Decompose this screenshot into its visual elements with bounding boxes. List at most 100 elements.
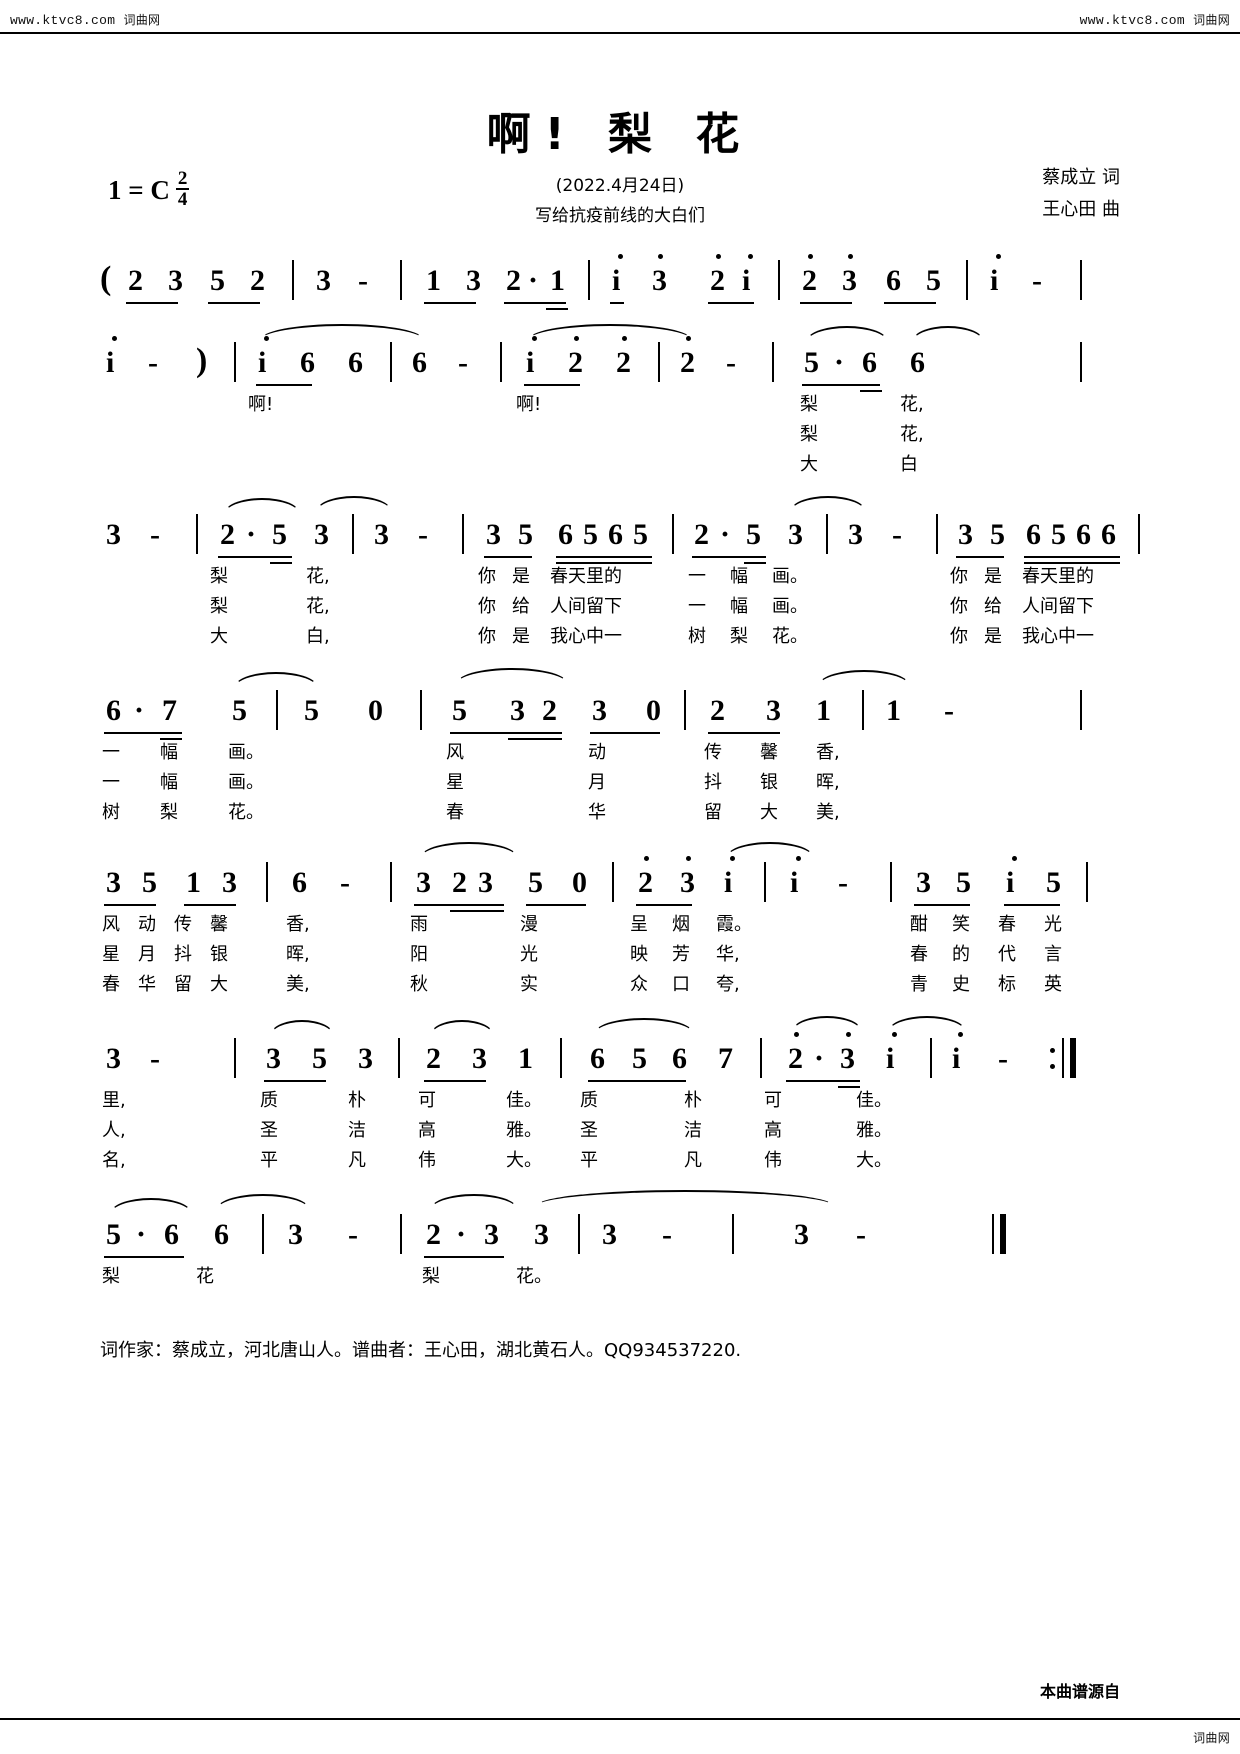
octave-dot [716,254,721,259]
lyric-syllable: 美, [286,974,310,995]
note-hold: - [458,346,468,379]
lyric-syllable: 映 [630,944,648,965]
beam [208,302,260,304]
slur [792,1016,862,1032]
note: 2 [506,264,521,297]
note: 2 [426,1218,441,1251]
note: i [742,264,751,297]
note: 2 [426,1042,441,1075]
watermark-left: www.ktvc8.com 词曲网 [10,11,160,28]
slur [316,496,392,512]
lyric-row-7-1: 梨 花 梨 花。 [100,1268,1100,1298]
note: 3 [106,518,121,551]
lyric-row-4-3: 树 梨 花。 春 华 留 大 美, [100,804,1100,834]
lyric-syllable: 口 [672,974,690,995]
barline [578,1214,580,1254]
beam [590,732,660,734]
lyric-syllable: 伟 [418,1150,436,1171]
lyric-syllable: 大 [210,626,228,647]
note: i [526,346,535,379]
lyric-syllable: 酣 [910,914,928,935]
lyric-syllable: 银 [760,772,778,793]
lyricist-credit: 蔡成立 词 [1042,167,1120,188]
note: 5 [210,264,225,297]
lyric-syllable: 梨 [730,626,748,647]
beam [484,556,532,558]
note: 5 [528,866,543,899]
lyric-syllable: 春 [910,944,928,965]
lyric-syllable: 一 [102,742,120,763]
beam [126,302,178,304]
note: 5 [232,694,247,727]
note: 5 [312,1042,327,1075]
lyric-syllable: 朴 [348,1090,366,1111]
slur [234,672,318,688]
lyric-syllable: 圣 [580,1120,598,1141]
octave-dot [686,856,691,861]
barline [390,862,392,902]
lyric-syllable: 留 [704,802,722,823]
beam [838,1086,860,1088]
beam [588,1080,686,1082]
note: 1 [550,264,565,297]
lyric-syllable: 平 [260,1150,278,1171]
lyric-syllable: 月 [588,772,606,793]
beam [860,390,882,392]
barline [930,1038,932,1078]
lyric-syllable: 梨 [210,566,228,587]
lyric-syllable: 我心中一 [1022,626,1094,647]
barline [400,1214,402,1254]
lyric-syllable: 雅。 [856,1120,892,1141]
note: 2 [220,518,235,551]
note: 2 [788,1042,803,1075]
lyric-syllable: 幅 [730,566,748,587]
note: i [790,866,799,899]
note-hold: - [150,1042,160,1075]
beam [104,904,156,906]
note: 6 [292,866,307,899]
lyric-syllable: 画。 [772,596,808,617]
lyric-syllable: 花。 [516,1266,552,1287]
lyric-row-3-2: 梨 花, 你 给 人间留下 一 幅 画。 你 给 人间留下 [100,598,1100,628]
lyric-syllable: 洁 [348,1120,366,1141]
note: 3 [842,264,857,297]
note: 2 [710,694,725,727]
slur [224,498,300,514]
beam [160,738,182,740]
note: 5 [990,518,1005,551]
lyric-syllable: 可 [418,1090,436,1111]
lyric-syllable: 凡 [348,1150,366,1171]
lyric-syllable: 你 [950,566,968,587]
lyric-syllable: 佳。 [856,1090,892,1111]
note-hold: - [998,1042,1008,1075]
note: 6 [412,346,427,379]
lyric-syllable: 众 [630,974,648,995]
slur [888,1016,966,1032]
lyric-syllable: 质 [260,1090,278,1111]
barline [862,690,864,730]
lyric-syllable: 人间留下 [1022,596,1094,617]
barline [936,514,938,554]
beam [914,904,970,906]
lyric-syllable: 朴 [684,1090,702,1111]
octave-dot [848,254,853,259]
note: 3 [374,518,389,551]
note: 5 [142,866,157,899]
slur [110,1198,192,1214]
footer-credit-line: 词作家：蔡成立，河北唐山人。谱曲者：王心田，湖北黄石人。QQ934537220. [100,1340,742,1361]
dot: · [814,1042,825,1075]
lyric-syllable: 名, [102,1150,126,1171]
lyric-syllable: 霞。 [716,914,752,935]
octave-dot [846,1032,851,1037]
barline [826,514,828,554]
beam [424,1080,486,1082]
lyric-row-4-1: 一 幅 画。 风 动 传 馨 香, [100,744,1100,774]
note-hold: - [150,518,160,551]
note: 5 [304,694,319,727]
lyric-syllable: 抖 [704,772,722,793]
note: 3 [466,264,481,297]
note: 3 [652,264,667,297]
barline [398,1038,400,1078]
note-row-2: i - ) i 6 6 6 - i 2 2 2 - 5 · 6 6 [100,324,1100,396]
beam [450,910,504,912]
